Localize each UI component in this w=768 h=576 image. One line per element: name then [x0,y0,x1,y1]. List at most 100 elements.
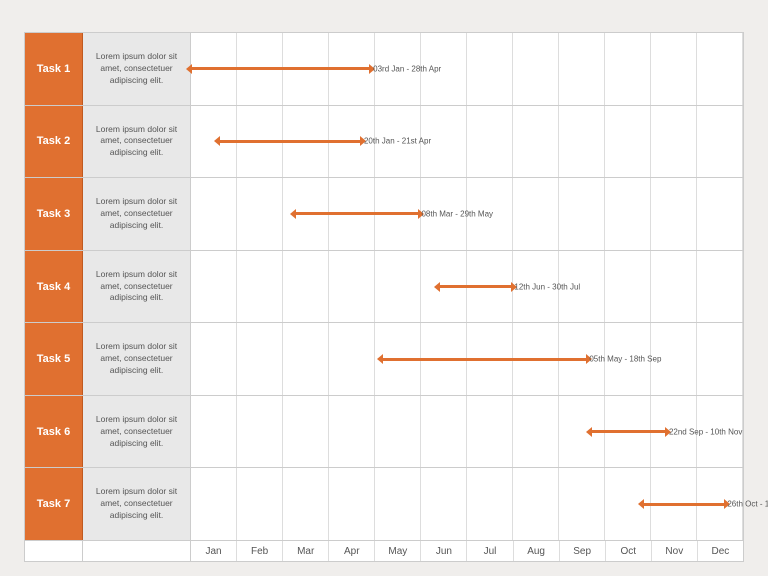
cell-r7-m2 [283,468,329,540]
cell-r2-m10 [651,106,697,178]
gantt-row-3: Task 3Lorem ipsum dolor sit amet, consec… [25,178,743,251]
cell-r1-m2 [283,33,329,105]
cell-r4-m4 [375,251,421,323]
gantt-row-6: Task 6Lorem ipsum dolor sit amet, consec… [25,396,743,469]
gantt-cells-6: 22nd Sep - 10th Nov [191,396,743,468]
cell-r5-m4 [375,323,421,395]
cell-r1-m0 [191,33,237,105]
cell-r5-m2 [283,323,329,395]
cell-r6-m0 [191,396,237,468]
cell-r4-m2 [283,251,329,323]
cell-r4-m7 [513,251,559,323]
cell-r2-m7 [513,106,559,178]
task-label-5: Task 5 [25,323,83,395]
task-desc-2: Lorem ipsum dolor sit amet, consectetuer… [83,106,191,178]
cell-r6-m9 [605,396,651,468]
cell-r1-m4 [375,33,421,105]
cell-r5-m5 [421,323,467,395]
cell-r6-m3 [329,396,375,468]
cell-r4-m11 [697,251,743,323]
cell-r3-m7 [513,178,559,250]
cell-r7-m10 [651,468,697,540]
cell-r7-m4 [375,468,421,540]
cell-r2-m6 [467,106,513,178]
cell-r4-m6 [467,251,513,323]
header-month-jul: Jul [467,541,513,561]
cell-r3-m2 [283,178,329,250]
cell-r3-m1 [237,178,283,250]
cell-r5-m3 [329,323,375,395]
cell-r2-m2 [283,106,329,178]
cell-r3-m3 [329,178,375,250]
cell-r3-m5 [421,178,467,250]
cell-r7-m9 [605,468,651,540]
cell-r5-m6 [467,323,513,395]
gantt-row-4: Task 4Lorem ipsum dolor sit amet, consec… [25,251,743,324]
cell-r6-m1 [237,396,283,468]
cell-r6-m7 [513,396,559,468]
task-label-3: Task 3 [25,178,83,250]
cell-r2-m11 [697,106,743,178]
cell-r1-m11 [697,33,743,105]
cell-r6-m5 [421,396,467,468]
cell-r5-m7 [513,323,559,395]
header-month-nov: Nov [652,541,698,561]
cell-r1-m7 [513,33,559,105]
cell-r4-m5 [421,251,467,323]
gantt-header: JanFebMarAprMayJunJulAugSepOctNovDec [25,540,743,561]
task-desc-6: Lorem ipsum dolor sit amet, consectetuer… [83,396,191,468]
cell-r2-m5 [421,106,467,178]
cell-r4-m1 [237,251,283,323]
cell-r2-m0 [191,106,237,178]
gantt-cells-4: 12th Jun - 30th Jul [191,251,743,323]
header-month-mar: Mar [283,541,329,561]
cell-r1-m8 [559,33,605,105]
task-label-6: Task 6 [25,396,83,468]
cell-r2-m4 [375,106,421,178]
cell-r6-m2 [283,396,329,468]
cell-r3-m9 [605,178,651,250]
header-month-feb: Feb [237,541,283,561]
cell-r4-m3 [329,251,375,323]
task-desc-7: Lorem ipsum dolor sit amet, consectetuer… [83,468,191,540]
cell-r5-m9 [605,323,651,395]
gantt-body: Task 1Lorem ipsum dolor sit amet, consec… [25,33,743,540]
gantt-cells-2: 20th Jan - 21st Apr [191,106,743,178]
header-desc-space [83,541,191,561]
cell-r7-m3 [329,468,375,540]
gantt-cells-1: 03rd Jan - 28th Apr [191,33,743,105]
header-month-apr: Apr [329,541,375,561]
cell-r2-m3 [329,106,375,178]
gantt-cells-3: 08th Mar - 29th May [191,178,743,250]
cell-r7-m6 [467,468,513,540]
cell-r5-m1 [237,323,283,395]
cell-r7-m5 [421,468,467,540]
task-desc-3: Lorem ipsum dolor sit amet, consectetuer… [83,178,191,250]
cell-r5-m10 [651,323,697,395]
cell-r1-m3 [329,33,375,105]
cell-r1-m6 [467,33,513,105]
cell-r6-m8 [559,396,605,468]
header-month-jun: Jun [421,541,467,561]
cell-r3-m6 [467,178,513,250]
cell-r4-m9 [605,251,651,323]
gantt-row-7: Task 7Lorem ipsum dolor sit amet, consec… [25,468,743,540]
gantt-cells-5: 05th May - 18th Sep [191,323,743,395]
gantt-row-1: Task 1Lorem ipsum dolor sit amet, consec… [25,33,743,106]
cell-r1-m5 [421,33,467,105]
cell-r7-m0 [191,468,237,540]
task-desc-4: Lorem ipsum dolor sit amet, consectetuer… [83,251,191,323]
gantt-row-5: Task 5Lorem ipsum dolor sit amet, consec… [25,323,743,396]
header-month-may: May [375,541,421,561]
cell-r3-m11 [697,178,743,250]
cell-r1-m1 [237,33,283,105]
header-months: JanFebMarAprMayJunJulAugSepOctNovDec [191,541,743,561]
header-month-dec: Dec [698,541,743,561]
cell-r4-m10 [651,251,697,323]
task-label-2: Task 2 [25,106,83,178]
gantt-cells-7: 26th Oct - 18th Dec [191,468,743,540]
cell-r1-m10 [651,33,697,105]
cell-r5-m11 [697,323,743,395]
cell-r5-m0 [191,323,237,395]
task-label-7: Task 7 [25,468,83,540]
